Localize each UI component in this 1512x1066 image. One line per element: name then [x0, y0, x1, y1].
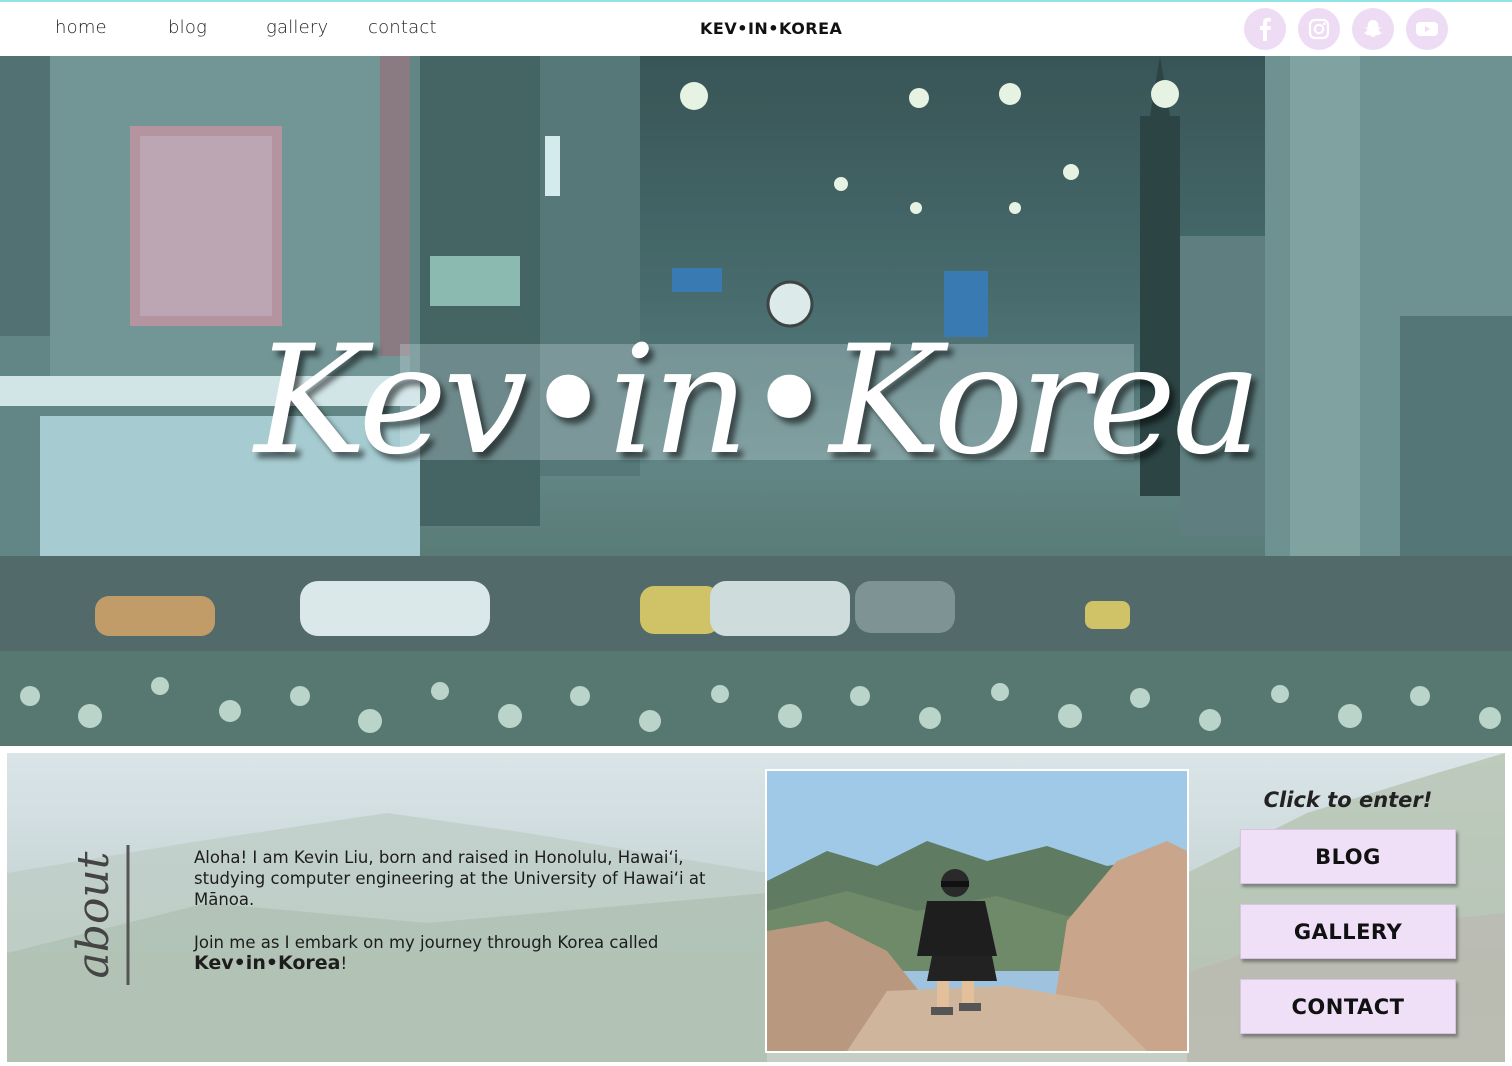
nav-link-home[interactable]: home	[55, 17, 107, 38]
snapchat-icon[interactable]	[1352, 8, 1394, 50]
hero-banner-city-night-photo: Kev•in•Korea	[0, 56, 1512, 746]
profile-photo-mountain	[765, 769, 1189, 1053]
facebook-icon[interactable]	[1244, 8, 1286, 50]
enter-contact-button[interactable]: CONTACT	[1240, 979, 1456, 1034]
about-journey-text: Join me as I embark on my journey throug…	[194, 933, 659, 952]
about-text-block: Aloha! I am Kevin Liu, born and raised i…	[194, 847, 714, 974]
profile-photo-image	[767, 771, 1187, 1051]
enter-gallery-button[interactable]: GALLERY	[1240, 904, 1456, 959]
about-heading: about	[68, 845, 130, 985]
about-heading-text: about	[68, 851, 119, 978]
nav-link-gallery[interactable]: gallery	[266, 17, 328, 38]
youtube-icon[interactable]	[1406, 8, 1448, 50]
about-journey-end: !	[340, 954, 348, 973]
about-paragraph-intro: Aloha! I am Kevin Liu, born and raised i…	[194, 848, 706, 909]
nav-link-contact[interactable]: contact	[368, 17, 437, 38]
instagram-icon[interactable]	[1298, 8, 1340, 50]
about-journey-name: Kev•in•Korea	[194, 952, 341, 974]
click-to-enter-label: Click to enter!	[1263, 788, 1433, 812]
top-navigation-bar: home blog gallery contact KEV•IN•KOREA	[0, 2, 1512, 55]
hero-title: Kev•in•Korea	[254, 314, 1261, 488]
about-paragraph-journey: Join me as I embark on my journey throug…	[194, 932, 714, 974]
enter-blog-button[interactable]: BLOG	[1240, 829, 1456, 884]
site-brand-logo[interactable]: KEV•IN•KOREA	[700, 19, 842, 38]
nav-link-blog[interactable]: blog	[168, 17, 207, 38]
